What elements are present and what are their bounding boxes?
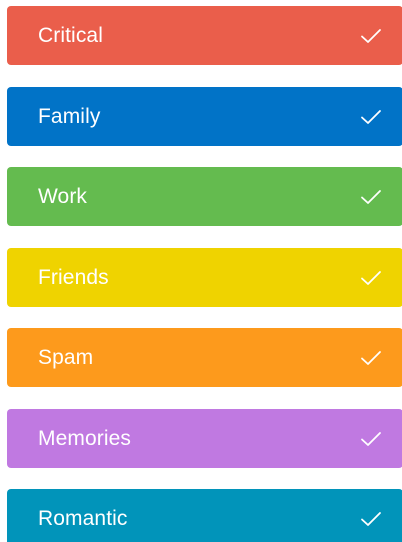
label-name: Friends <box>38 266 109 289</box>
label-name: Family <box>38 105 101 128</box>
check-icon <box>357 22 385 50</box>
check-icon <box>357 264 385 292</box>
label-item-spam[interactable]: Spam <box>7 328 402 387</box>
label-item-memories[interactable]: Memories <box>7 409 402 468</box>
label-name: Memories <box>38 427 131 450</box>
label-item-work[interactable]: Work <box>7 167 402 226</box>
label-name: Romantic <box>38 507 128 530</box>
check-icon <box>357 103 385 131</box>
label-item-romantic[interactable]: Romantic <box>7 489 402 542</box>
label-list: Critical Family Work Friends Spam Memori… <box>0 0 402 542</box>
label-item-family[interactable]: Family <box>7 87 402 146</box>
check-icon <box>357 183 385 211</box>
label-item-friends[interactable]: Friends <box>7 248 402 307</box>
label-name: Work <box>38 185 88 208</box>
check-icon <box>357 425 385 453</box>
label-item-critical[interactable]: Critical <box>7 6 402 65</box>
label-name: Spam <box>38 346 94 369</box>
label-name: Critical <box>38 24 103 47</box>
check-icon <box>357 344 385 372</box>
check-icon <box>357 505 385 533</box>
